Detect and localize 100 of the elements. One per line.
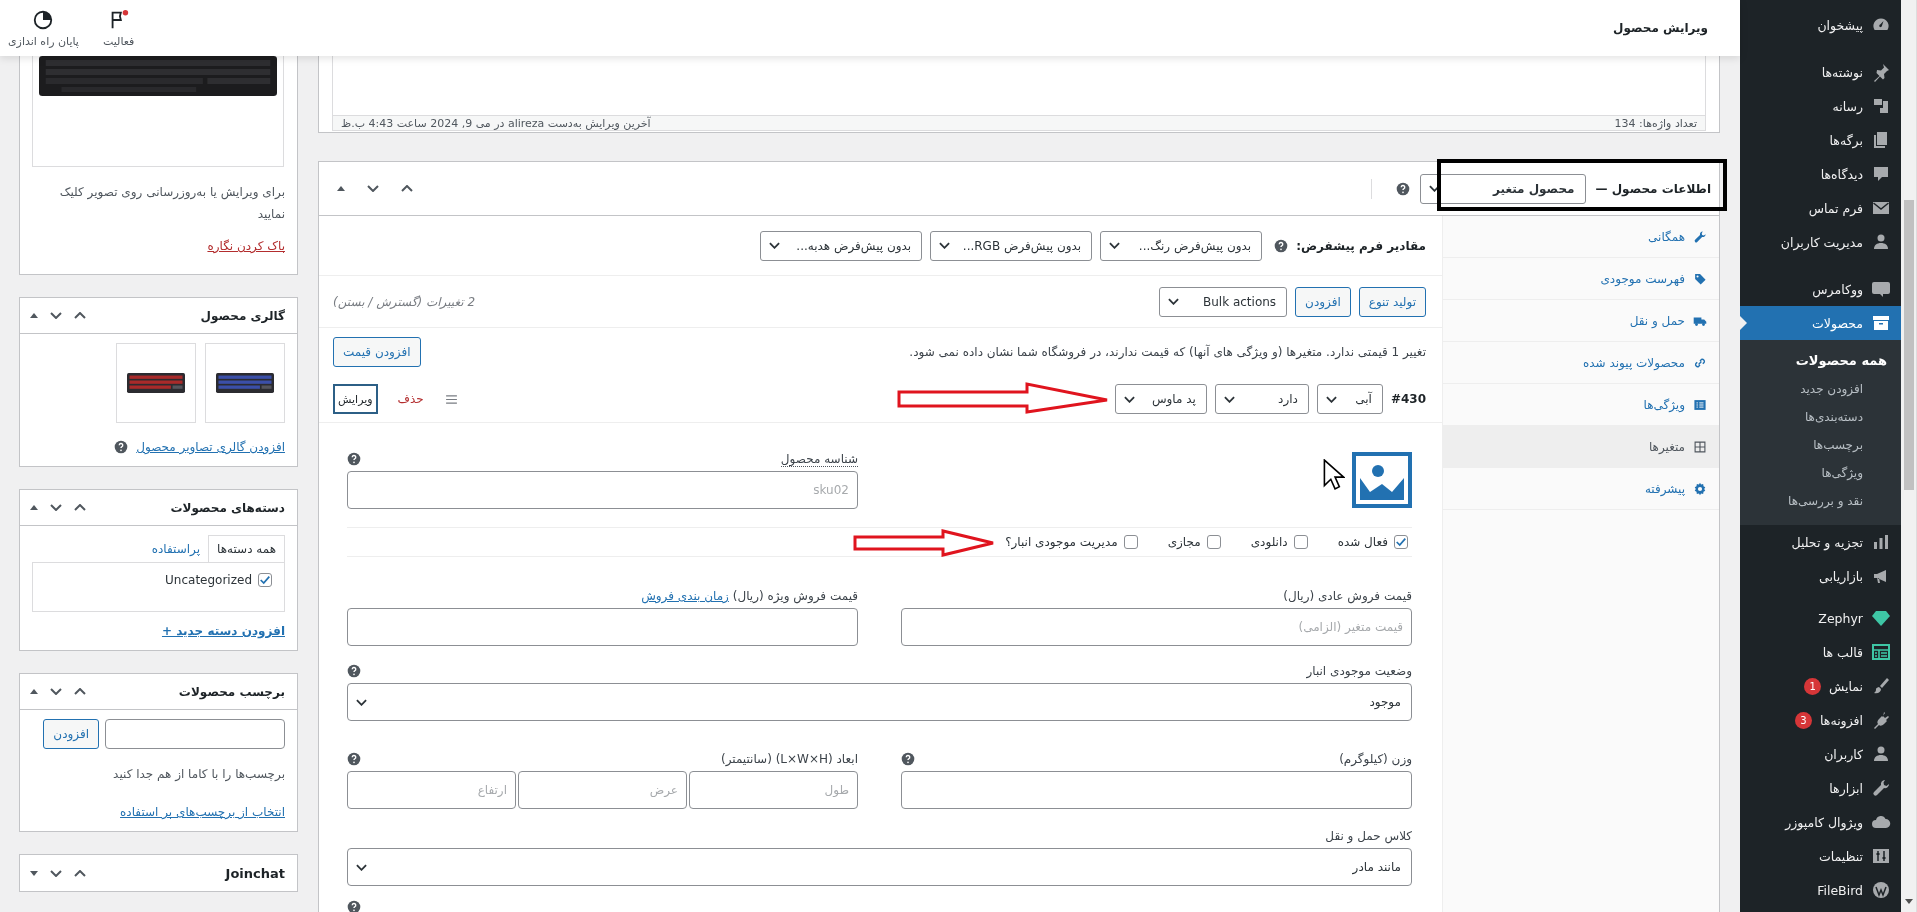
chevron-down-icon[interactable] [50,688,62,695]
menu-item[interactable]: مدیریت کاربران [1740,225,1901,259]
product-data-tab[interactable]: محصولات پیوند شده [1443,342,1719,384]
sku-field[interactable]: sku02 [347,471,858,509]
attribute-dropdown[interactable]: دارد [1214,384,1309,414]
chevron-down-icon[interactable] [367,185,379,192]
checkbox[interactable] [1123,535,1138,549]
triangle-up-icon[interactable] [30,313,38,318]
regular-price-field[interactable]: قیمت متغیر (الزامی) [901,608,1412,646]
checkbox[interactable] [258,573,272,587]
image-frame[interactable] [32,56,284,167]
menu-item[interactable]: رسانه [1740,89,1901,123]
submenu-item[interactable]: افزودن جدید [1740,375,1901,403]
menu-item[interactable]: دیدگاه‌ها [1740,157,1901,191]
submenu-item[interactable]: نقد و بررسی‌ها [1740,487,1901,515]
help-icon[interactable] [347,452,361,466]
chevron-down-icon[interactable] [50,504,62,511]
add-gallery-link[interactable]: افزودن گالری تصاویر محصول [136,440,285,454]
product-data-tab[interactable]: همگانی [1443,216,1719,258]
menu-item[interactable]: ویژوال کامپوزر [1740,805,1901,839]
add-price-button[interactable]: افزودن قیمت [333,337,421,367]
variation-action-button[interactable]: تولید تنوع [1358,286,1426,317]
product-data-tab[interactable]: متغیرها [1443,426,1719,468]
menu-item[interactable]: ووکامرس [1740,272,1901,306]
help-icon[interactable] [114,440,129,454]
drag-handle-icon[interactable] [445,394,457,404]
submenu-item[interactable]: دسته‌بندی‌ها [1740,403,1901,431]
default-value-dropdown[interactable]: بدون پیش‌فرض هدبه... [760,230,923,261]
dimension-field[interactable]: ارتفاع [347,771,516,809]
add-category-link[interactable]: افزودن دسته جدید + [161,624,285,638]
menu-item[interactable]: محصولات [1740,306,1901,340]
triangle-up-icon[interactable] [30,689,38,694]
gallery-thumbnail[interactable] [116,343,196,423]
triangle-up-icon[interactable] [337,186,345,191]
help-icon[interactable] [901,752,915,766]
popular-tags-link[interactable]: انتخاب از برچسب‌های پر استفاده [120,805,285,819]
remove-link[interactable]: حذف [397,392,424,406]
weight-field[interactable] [901,771,1412,809]
checkbox[interactable] [1394,535,1408,549]
submenu-item[interactable]: ویژگی‌ها [1740,459,1901,487]
menu-item[interactable]: تجزیه و تحلیل [1740,525,1901,559]
option-checkbox[interactable]: دانلودی [1250,535,1308,549]
option-checkbox[interactable]: مجازی [1167,535,1221,549]
chevron-down-icon[interactable] [50,312,62,319]
chevron-up-icon[interactable] [74,869,86,877]
option-checkbox[interactable]: فعال شده [1337,535,1408,549]
shipping-class-dropdown[interactable]: مانند مادر [347,848,1412,886]
product-type-dropdown[interactable]: محصول متغیر [1419,173,1586,204]
menu-item[interactable]: کاربران [1740,737,1901,771]
dimension-field[interactable]: طول [689,771,858,809]
checkbox[interactable] [1206,535,1221,549]
help-icon[interactable] [347,664,361,678]
bulk-actions-dropdown[interactable]: Bulk actions [1159,286,1288,317]
add-tag-button[interactable]: افزودن [43,719,99,749]
help-icon[interactable] [1395,181,1410,196]
remove-image-link[interactable]: پاک کردن نگاره [207,239,285,253]
help-icon[interactable] [347,900,361,912]
toolbar-action[interactable]: پایان راه اندازی [8,8,79,48]
triangle-down-icon[interactable] [30,870,38,876]
product-data-tab[interactable]: حمل و نقل [1443,300,1719,342]
default-value-dropdown[interactable]: بدون پیش‌فرض رنگ... [1100,230,1263,261]
menu-item[interactable]: قالب ها [1740,635,1901,669]
menu-item[interactable]: نوشته‌ها [1740,55,1901,89]
menu-item[interactable]: تنظیمات [1740,839,1901,873]
product-data-tab[interactable]: پیشرفته [1443,468,1719,510]
menu-item[interactable]: برگه‌ها [1740,123,1901,157]
menu-item[interactable]: پیشخوان [1740,8,1901,42]
chevron-down-icon[interactable] [50,869,62,877]
attribute-dropdown[interactable]: آبی [1316,384,1383,414]
attribute-dropdown[interactable]: پد ماوس [1114,384,1207,414]
tag-field[interactable] [105,719,285,749]
category-tab[interactable]: پراستفاده [143,536,209,562]
checkbox[interactable] [1293,535,1308,549]
schedule-link[interactable]: زمان بندی فروش [641,589,729,603]
product-data-tab[interactable]: فهرست موجودی [1443,258,1719,300]
gallery-thumbnail[interactable] [205,343,285,423]
help-icon[interactable] [1274,238,1289,253]
option-checkbox[interactable]: مدیریت موجودی انبار؟ [1005,535,1138,549]
menu-item[interactable]: Zephyr [1740,601,1901,635]
chevron-up-icon[interactable] [74,312,86,319]
scrollbar[interactable] [1901,0,1917,912]
stock-status-dropdown[interactable]: موجود [347,683,1412,721]
toolbar-action[interactable]: فعالیت [102,8,135,48]
chevron-up-icon[interactable] [74,504,86,511]
chevron-up-icon[interactable] [401,185,413,192]
default-value-dropdown[interactable]: بدون پیش‌فرض RGB... [930,230,1093,261]
chevron-up-icon[interactable] [74,688,86,695]
image-placeholder-icon[interactable] [1352,452,1412,508]
menu-item[interactable]: فرم تماس [1740,191,1901,225]
menu-item[interactable]: FileBird [1740,873,1901,907]
triangle-up-icon[interactable] [30,505,38,510]
submenu-item[interactable]: برچسب‌ها [1740,431,1901,459]
edit-button[interactable]: ویرایش [333,384,378,414]
category-checkbox[interactable]: Uncategorized [45,573,272,587]
menu-item[interactable]: ابزارها [1740,771,1901,805]
submenu-item[interactable]: همه محصولات [1740,347,1901,375]
variation-action-button[interactable]: افزودن [1295,286,1351,317]
category-tab[interactable]: همه دسته‌ها [208,535,285,562]
dimension-field[interactable]: عرض [518,771,687,809]
menu-item[interactable]: بازاریابی [1740,559,1901,593]
